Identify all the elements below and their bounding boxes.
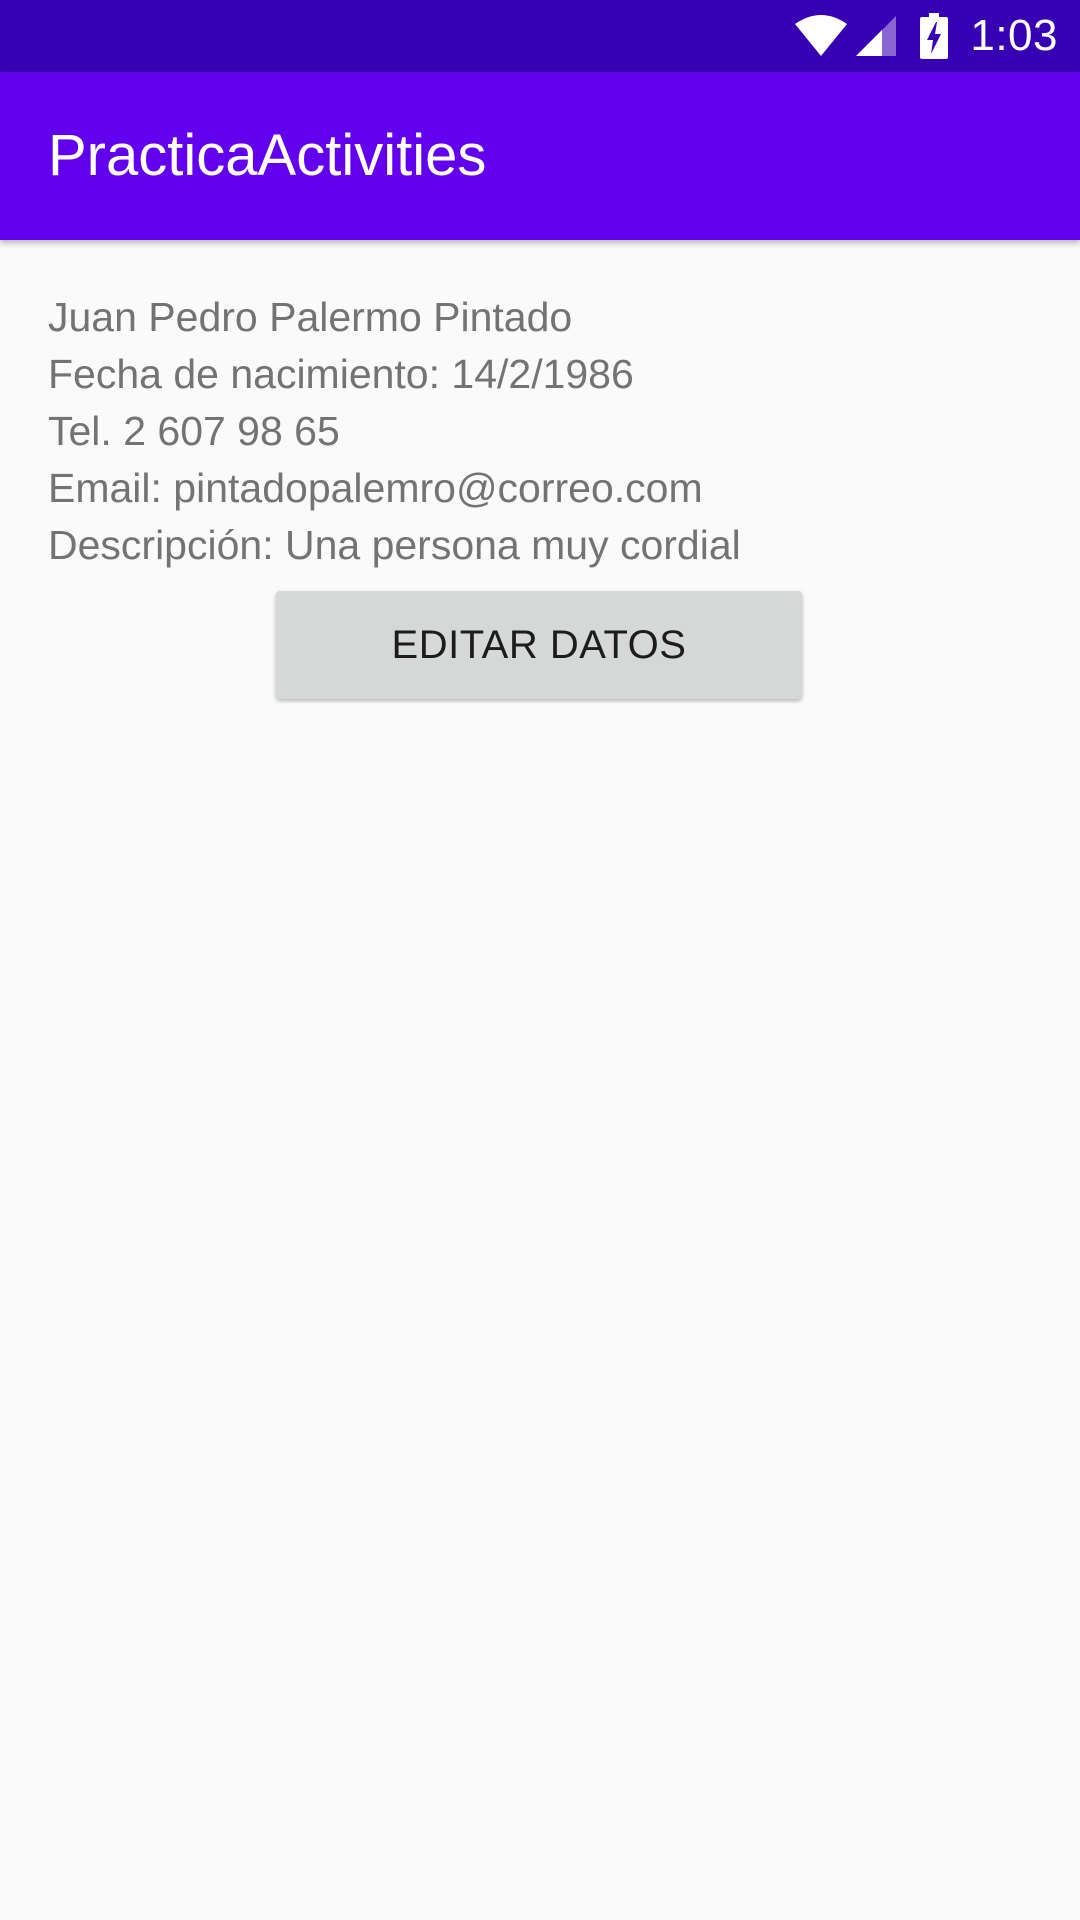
status-time: 1:03 — [970, 11, 1058, 60]
profile-birth-date: Fecha de nacimiento: 14/2/1986 — [48, 351, 634, 397]
app-title: PracticaActivities — [48, 123, 487, 188]
signal-icon — [854, 15, 898, 57]
profile-email: Email: pintadopalemro@correo.com — [48, 465, 703, 511]
profile-description: Descripción: Una persona muy cordial — [48, 522, 741, 568]
profile-info: Juan Pedro Palermo Pintado Fecha de naci… — [48, 289, 1048, 574]
status-icons: 1:03 — [794, 0, 1058, 72]
status-bar: 1:03 — [0, 0, 1080, 72]
profile-name: Juan Pedro Palermo Pintado — [48, 294, 573, 340]
edit-data-button[interactable]: EDITAR DATOS — [276, 591, 802, 699]
battery-charging-icon — [920, 13, 949, 59]
profile-phone: Tel. 2 607 98 65 — [48, 408, 340, 454]
app-bar: PracticaActivities — [0, 72, 1080, 240]
wifi-icon — [794, 15, 848, 57]
